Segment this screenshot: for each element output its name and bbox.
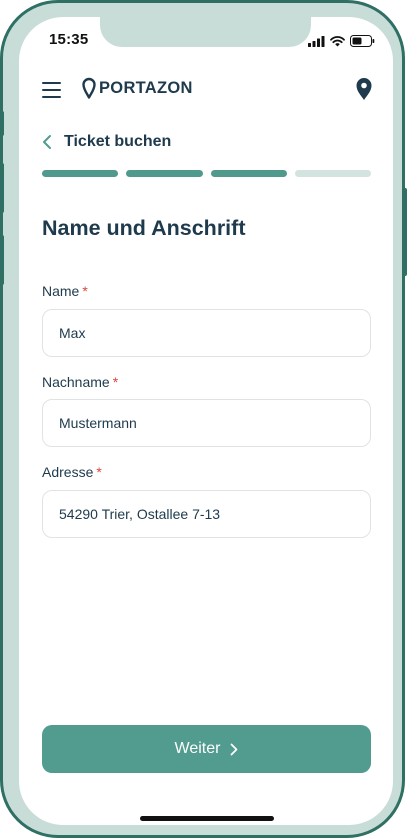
progress-bar	[42, 170, 371, 177]
phone-notch	[100, 17, 311, 47]
required-marker: *	[82, 283, 88, 299]
required-marker: *	[96, 464, 102, 480]
required-marker: *	[112, 374, 119, 390]
name-label: Name *	[42, 283, 88, 299]
status-time: 15:35	[49, 31, 89, 48]
phone-volume-down-button	[0, 235, 4, 285]
map-pin-icon	[82, 77, 96, 99]
progress-step	[42, 170, 119, 177]
status-icons	[308, 34, 375, 48]
battery-icon	[350, 35, 375, 47]
chevron-right-icon	[231, 743, 238, 755]
hamburger-menu-icon	[42, 82, 61, 98]
app-header: PORTAZON	[19, 75, 393, 105]
progress-step	[294, 170, 371, 177]
next-button-label: Weiter	[174, 740, 221, 757]
surname-label-text: Nachname	[42, 374, 110, 390]
nav-title: Ticket buchen	[64, 133, 172, 150]
app-logo: PORTAZON	[82, 77, 193, 99]
name-label-text: Name	[42, 283, 80, 299]
next-button[interactable]: Weiter	[42, 725, 371, 773]
location-button[interactable]	[355, 77, 373, 101]
logo-text: PORTAZON	[99, 78, 193, 97]
phone-frame: 15:35 PORTAZON Ticket buchen Name und An…	[0, 0, 407, 838]
phone-screen: 15:35 PORTAZON Ticket buchen Name und An…	[19, 17, 393, 825]
phone-side-button	[0, 111, 4, 136]
back-navigation[interactable]: Ticket buchen	[42, 133, 171, 151]
surname-field[interactable]	[42, 399, 371, 447]
address-field[interactable]	[42, 490, 371, 538]
chevron-left-icon[interactable]	[42, 134, 52, 150]
address-label: Adresse *	[42, 464, 102, 480]
phone-power-button	[403, 188, 407, 276]
wifi-icon	[330, 35, 345, 46]
progress-step	[126, 170, 203, 177]
address-label-text: Adresse	[42, 464, 94, 480]
menu-button[interactable]	[42, 81, 62, 99]
map-pin-icon	[356, 78, 372, 100]
home-indicator	[140, 816, 274, 821]
cellular-signal-icon	[308, 35, 325, 47]
progress-step	[210, 170, 287, 177]
surname-label: Nachname *	[42, 374, 118, 390]
phone-volume-up-button	[0, 163, 4, 213]
page-title: Name und Anschrift	[42, 216, 246, 240]
name-field[interactable]	[42, 309, 371, 357]
